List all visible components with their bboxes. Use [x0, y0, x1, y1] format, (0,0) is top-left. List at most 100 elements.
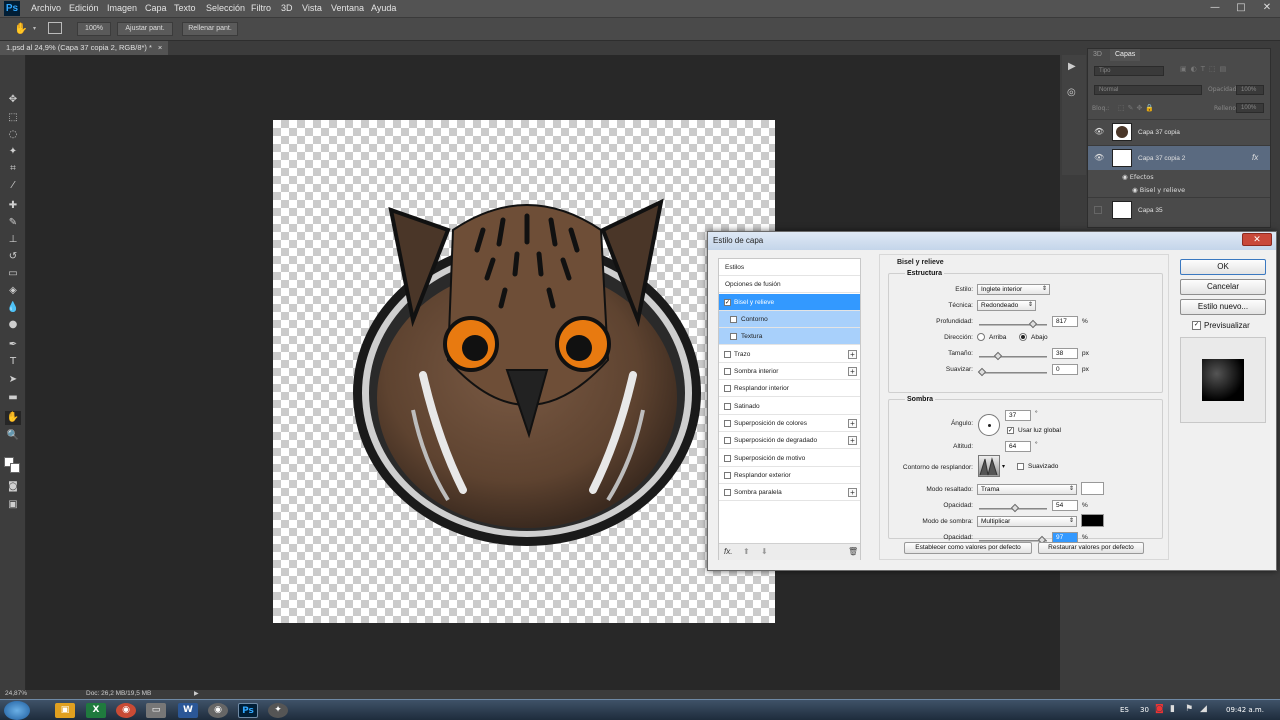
style-item-outer-glow[interactable]: Resplandor exterior [719, 467, 860, 484]
app-icon[interactable]: ✦ [268, 703, 288, 718]
highlight-mode-select[interactable]: Trama ⇕ [977, 484, 1077, 495]
tray-volume-icon[interactable]: ◢ [1200, 704, 1207, 714]
highlight-color-swatch[interactable] [1081, 482, 1104, 495]
bevel-checkbox[interactable]: ✓ [724, 299, 731, 306]
altitude-field[interactable]: 64 [1005, 441, 1031, 452]
screen-mode-icon[interactable]: ▣ [5, 498, 21, 512]
tab-layers[interactable]: Capas [1110, 49, 1141, 61]
style-item-stroke[interactable]: Trazo + [719, 346, 860, 363]
layer-filter-select[interactable]: Tipo [1094, 66, 1164, 76]
menu-archivo[interactable]: Archivo [31, 3, 61, 13]
tray-antivirus-icon[interactable]: ◙ [1155, 704, 1164, 714]
document-tab[interactable]: 1.psd al 24,9% (Capa 37 copia 2, RGB/8*)… [0, 41, 168, 55]
dodge-tool-icon[interactable]: ● [5, 318, 21, 332]
document-canvas[interactable] [273, 120, 775, 623]
depth-slider[interactable] [979, 319, 1047, 329]
tray-flag-icon[interactable]: ⚑ [1185, 704, 1193, 714]
chevron-down-icon[interactable]: ▾ [33, 25, 36, 32]
contour-dropdown-icon[interactable]: ▾ [1002, 463, 1005, 470]
blur-tool-icon[interactable]: 💧 [5, 301, 21, 315]
visibility-toggle[interactable] [1094, 206, 1102, 214]
eye-icon[interactable]: 👁 [1094, 153, 1104, 162]
blending-options-item[interactable]: Opciones de fusión [719, 276, 860, 293]
style-item-drop-shadow[interactable]: Sombra paralela + [719, 484, 860, 501]
rectangle-tool-icon[interactable]: ▬ [5, 391, 21, 405]
style-item-color-overlay[interactable]: Superposición de colores + [719, 415, 860, 432]
dialog-title-bar[interactable]: Estilo de capa [708, 232, 1276, 250]
color-overlay-checkbox[interactable] [724, 420, 731, 427]
lock-icons[interactable]: ⬚✎✥🔒 [1118, 104, 1157, 112]
slider-knob[interactable] [993, 351, 1002, 361]
cancel-button[interactable]: Cancelar [1180, 279, 1266, 295]
menu-3d[interactable]: 3D [281, 3, 293, 13]
path-selection-tool-icon[interactable]: ➤ [5, 373, 21, 387]
dialog-close-button[interactable]: ✕ [1242, 233, 1272, 246]
start-button[interactable] [4, 701, 30, 720]
minimize-button[interactable]: — [1202, 0, 1228, 17]
soften-field[interactable]: 0 [1052, 364, 1078, 375]
ok-button[interactable]: OK [1180, 259, 1266, 275]
slider-knob[interactable] [977, 367, 987, 377]
global-light-checkbox[interactable]: ✓ [1007, 427, 1014, 434]
tab-3d[interactable]: 3D [1088, 49, 1107, 61]
layer-row-capa-37-copia-2[interactable]: 👁 Capa 37 copia 2 fx [1088, 145, 1270, 170]
play-icon[interactable]: ▶ [1068, 61, 1076, 72]
add-color-overlay-icon[interactable]: + [848, 419, 857, 428]
menu-edicion[interactable]: Edición [69, 3, 99, 13]
type-tool-icon[interactable]: T [5, 355, 21, 369]
menu-ventana[interactable]: Ventana [331, 3, 364, 13]
fill-screen-button[interactable]: Rellenar pant. [182, 22, 238, 36]
add-drop-shadow-icon[interactable]: + [848, 488, 857, 497]
clock[interactable]: 09:42 a.m. [1226, 706, 1264, 714]
new-style-button[interactable]: Estilo nuevo... [1180, 299, 1266, 315]
maximize-button[interactable]: □ [1228, 0, 1254, 17]
lasso-tool-icon[interactable]: ◌ [5, 128, 21, 142]
outer-glow-checkbox[interactable] [724, 472, 731, 479]
quick-mask-icon[interactable]: ◙ [5, 480, 21, 494]
inner-glow-checkbox[interactable] [724, 385, 731, 392]
close-window-button[interactable]: ✕ [1254, 0, 1280, 17]
window-icon[interactable]: ▭ [146, 703, 166, 718]
marquee-tool-icon[interactable]: ⬚ [5, 111, 21, 125]
zoom-level-readout[interactable]: 24,87% [5, 690, 27, 697]
fill-field[interactable]: 100% [1236, 103, 1264, 113]
texture-checkbox[interactable] [730, 333, 737, 340]
menu-filtro[interactable]: Filtro [251, 3, 271, 13]
slider-knob[interactable] [1028, 319, 1038, 329]
hand-icon[interactable]: ✋ [14, 22, 28, 35]
trash-icon[interactable]: 🗑 [848, 547, 858, 556]
highlight-opacity-slider[interactable] [979, 503, 1047, 513]
stroke-checkbox[interactable] [724, 351, 731, 358]
menu-ayuda[interactable]: Ayuda [371, 3, 396, 13]
fit-screen-button[interactable]: Ajustar pant. [117, 22, 173, 36]
depth-field[interactable]: 817 [1052, 316, 1078, 327]
brush-tool-icon[interactable]: ✎ [5, 216, 21, 230]
move-down-icon[interactable]: ⬇ [761, 547, 768, 556]
style-item-gradient-overlay[interactable]: Superposición de degradado + [719, 432, 860, 449]
eyedropper-tool-icon[interactable]: ⁄ [5, 179, 21, 193]
menu-seleccion[interactable]: Selección [206, 3, 245, 13]
pen-tool-icon[interactable]: ✒ [5, 338, 21, 352]
healing-brush-tool-icon[interactable]: ✚ [5, 199, 21, 213]
explorer-icon[interactable]: ▣ [55, 703, 75, 718]
angle-field[interactable]: 37 [1005, 410, 1031, 421]
excel-icon[interactable]: X [86, 703, 106, 718]
contour-checkbox[interactable] [730, 316, 737, 323]
style-item-inner-glow[interactable]: Resplandor interior [719, 380, 860, 397]
style-item-inner-shadow[interactable]: Sombra interior + [719, 363, 860, 380]
effect-bevel-row[interactable]: ◉ Bisel y relieve [1132, 186, 1185, 194]
move-up-icon[interactable]: ⬆ [743, 547, 750, 556]
bevel-style-select[interactable]: Inglete interior ⇕ [977, 284, 1050, 295]
menu-capa[interactable]: Capa [145, 3, 167, 13]
magic-wand-tool-icon[interactable]: ✦ [5, 145, 21, 159]
photoshop-taskbar-icon[interactable]: Ps [238, 703, 258, 718]
tray-network-icon[interactable]: ▮ [1170, 704, 1175, 714]
word-icon[interactable]: W [178, 703, 198, 718]
styles-header[interactable]: Estilos [719, 259, 860, 276]
direction-up-radio[interactable] [977, 333, 985, 341]
language-indicator[interactable]: ES [1120, 706, 1129, 714]
style-item-texture[interactable]: Textura [719, 328, 860, 345]
chrome-icon[interactable]: ◉ [116, 703, 136, 718]
chrome-2-icon[interactable]: ◉ [208, 703, 228, 718]
style-item-pattern-overlay[interactable]: Superposición de motivo [719, 450, 860, 467]
